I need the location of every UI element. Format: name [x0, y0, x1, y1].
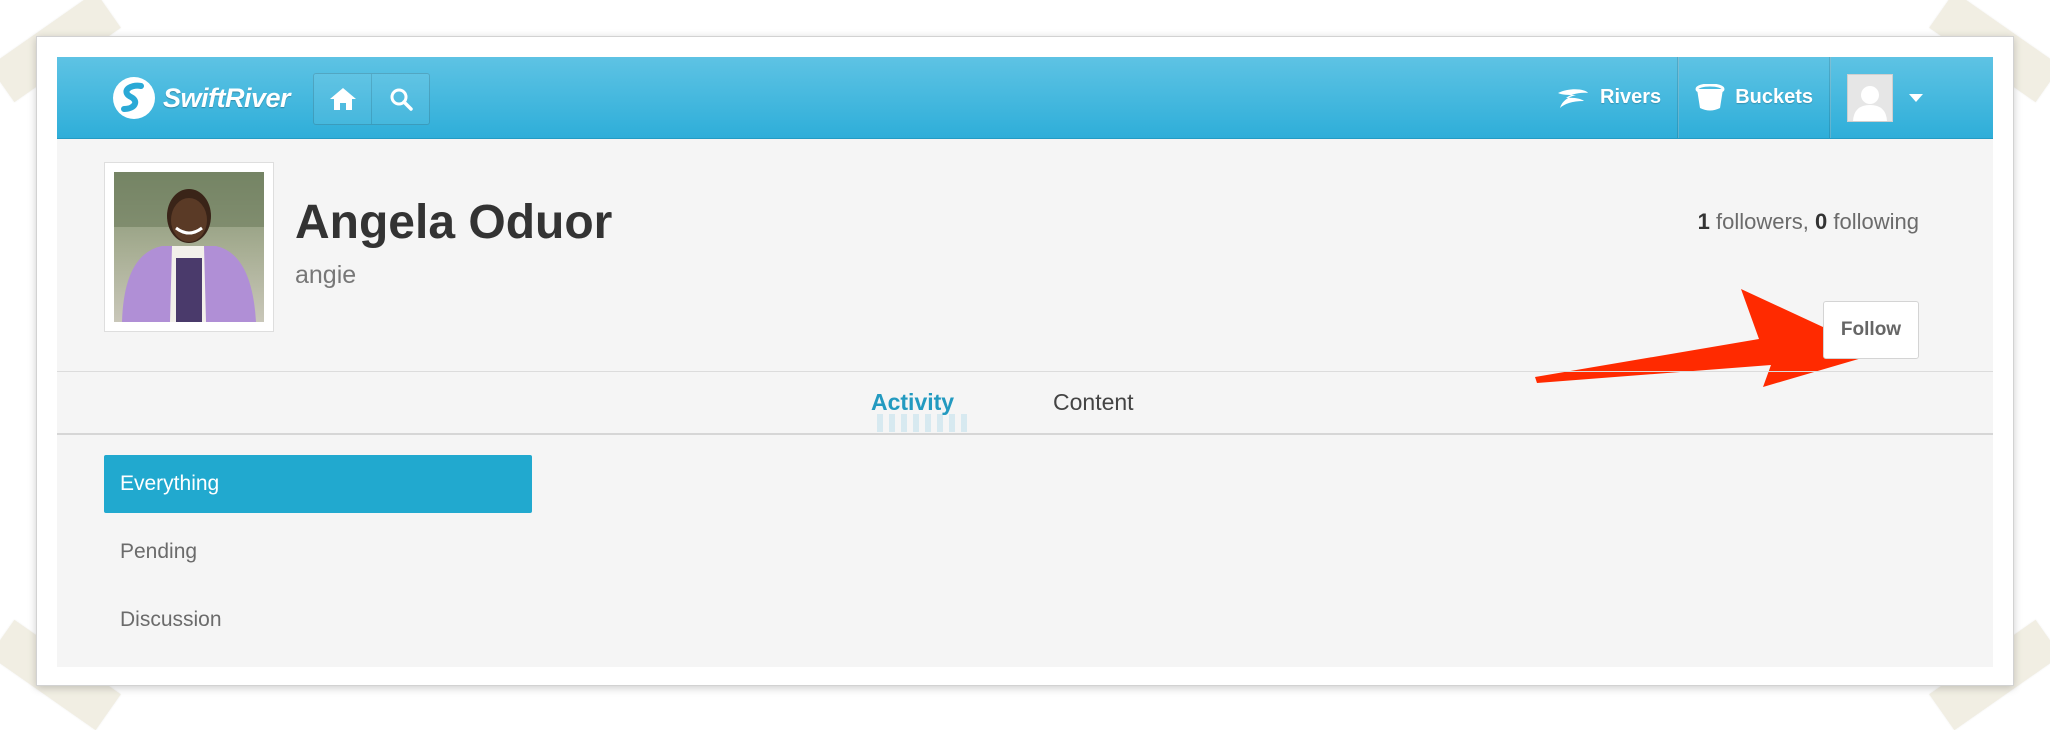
profile-username: angie: [295, 261, 357, 289]
filter-discussion[interactable]: Discussion: [104, 591, 532, 649]
following-label: following: [1833, 209, 1919, 234]
buckets-label: Buckets: [1735, 86, 1813, 108]
river-icon: [1556, 87, 1590, 109]
logo-icon: [113, 77, 155, 119]
search-button[interactable]: [371, 74, 429, 124]
filter-everything[interactable]: Everything: [104, 455, 532, 513]
followers-label: followers,: [1715, 209, 1809, 234]
search-icon: [390, 88, 413, 111]
following-count: 0: [1815, 209, 1828, 234]
profile-photo: [104, 162, 274, 332]
user-avatar: [1847, 73, 1893, 122]
filter-pending[interactable]: Pending: [104, 523, 532, 581]
home-button[interactable]: [314, 74, 371, 124]
rivers-label: Rivers: [1600, 86, 1662, 108]
buckets-link[interactable]: Buckets: [1679, 57, 1829, 138]
screenshot-frame: SwiftRiver Rivers Buckets Angela Oduor a…: [36, 36, 2014, 686]
profile-tabs: Activity Content: [57, 371, 1993, 435]
follow-stats: 1 followers, 0 following: [1698, 209, 1919, 235]
activity-filter-list: Everything Pending Discussion: [104, 455, 532, 659]
rivers-link[interactable]: Rivers: [1540, 57, 1677, 138]
followers-count: 1: [1697, 209, 1710, 234]
quick-nav-group: [313, 73, 430, 125]
swiftriver-logo[interactable]: SwiftRiver: [111, 75, 291, 121]
tab-content[interactable]: Content: [1053, 372, 1134, 433]
user-silhouette-icon: [1853, 85, 1887, 121]
follow-button[interactable]: Follow: [1823, 301, 1919, 359]
profile-header: Angela Oduor angie 1 followers, 0 follow…: [57, 139, 1993, 387]
home-icon: [329, 88, 356, 110]
profile-name: Angela Oduor: [295, 196, 613, 249]
chevron-down-icon: [1909, 93, 1923, 102]
tab-activity[interactable]: Activity: [871, 372, 954, 433]
top-navigation-bar: SwiftRiver Rivers Buckets: [57, 57, 1993, 139]
account-nav: Rivers Buckets: [1540, 57, 1923, 138]
profile-photo-image: [114, 172, 264, 322]
logo-text: SwiftRiver: [163, 82, 291, 113]
bucket-icon: [1695, 83, 1725, 112]
user-menu[interactable]: [1831, 57, 1923, 138]
app-window: SwiftRiver Rivers Buckets Angela Oduor a…: [57, 57, 1993, 667]
